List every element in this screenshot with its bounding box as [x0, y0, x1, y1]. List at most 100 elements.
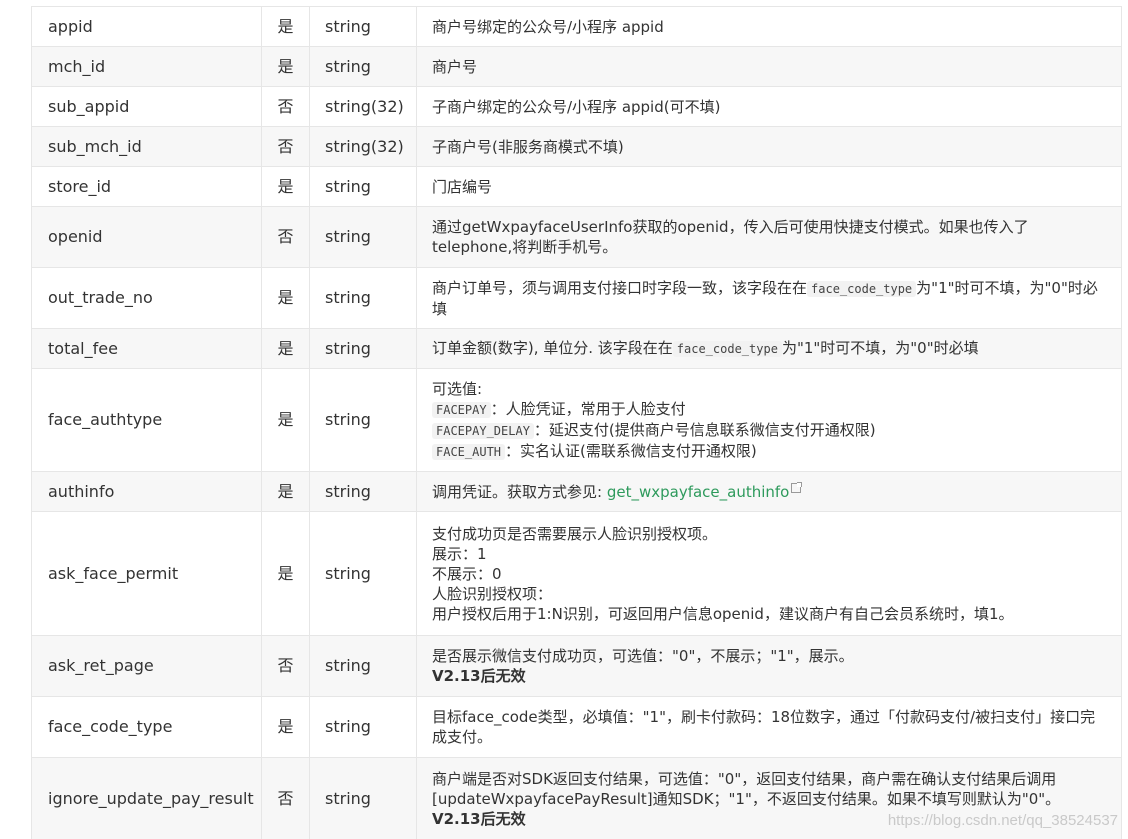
table-row: ask_face_permit 是 string 支付成功页是否需要展示人脸识别… — [31, 511, 1122, 636]
table-row: appid 是 string 商户号绑定的公众号/小程序 appid — [31, 6, 1122, 47]
external-link-icon[interactable] — [791, 482, 803, 493]
table-row: face_authtype 是 string 可选值: FACEPAY ：人脸凭证… — [31, 368, 1122, 472]
param-name: face_authtype — [31, 368, 262, 472]
table-row: sub_appid 否 string(32) 子商户绑定的公众号/小程序 app… — [31, 86, 1122, 127]
param-name: sub_appid — [31, 86, 262, 127]
param-type: string — [309, 368, 417, 472]
param-name: store_id — [31, 166, 262, 207]
desc-text: 商户订单号，须与调用支付接口时字段一致，该字段在在 — [432, 278, 808, 297]
table-row: sub_mch_id 否 string(32) 子商户号(非服务商模式不填) — [31, 126, 1122, 167]
param-name: out_trade_no — [31, 267, 262, 329]
param-desc: 支付成功页是否需要展示人脸识别授权项。 展示：1 不展示：0 人脸识别授权项： … — [416, 511, 1122, 636]
param-type: string — [309, 206, 417, 268]
desc-text: 子商户绑定的公众号/小程序 appid(可不填) — [432, 97, 721, 116]
param-required: 是 — [261, 471, 310, 512]
page: appid 是 string 商户号绑定的公众号/小程序 appid mch_i… — [0, 0, 1128, 839]
param-name: authinfo — [31, 471, 262, 512]
table-row: store_id 是 string 门店编号 — [31, 166, 1122, 207]
param-type: string — [309, 471, 417, 512]
param-required: 否 — [261, 126, 310, 167]
params-table: appid 是 string 商户号绑定的公众号/小程序 appid mch_i… — [31, 6, 1122, 839]
param-required: 否 — [261, 635, 310, 697]
table-row: authinfo 是 string 调用凭证。获取方式参见: get_wxpay… — [31, 471, 1122, 512]
table-row: face_code_type 是 string 目标face_code类型，必填… — [31, 696, 1122, 758]
param-name: sub_mch_id — [31, 126, 262, 167]
param-required: 是 — [261, 328, 310, 369]
param-name: ignore_update_pay_result — [31, 757, 262, 839]
param-type: string — [309, 757, 417, 839]
param-name: ask_face_permit — [31, 511, 262, 636]
param-type: string — [309, 46, 417, 87]
param-type: string(32) — [309, 126, 417, 167]
param-required: 是 — [261, 368, 310, 472]
desc-text: 商户端是否对SDK返回支付结果，可选值："0"，返回支付结果，商户需在确认支付结… — [432, 769, 1061, 808]
param-desc: 是否展示微信支付成功页，可选值："0"，不展示；"1"，展示。 V2.13后无效 — [416, 635, 1122, 697]
param-type: string — [309, 635, 417, 697]
param-type: string — [309, 267, 417, 329]
inline-code: face_code_type — [807, 280, 917, 297]
param-type: string — [309, 696, 417, 758]
param-desc: 通过getWxpayfaceUserInfo获取的openid，传入后可使用快捷… — [416, 206, 1122, 268]
desc-text: 通过getWxpayfaceUserInfo获取的openid，传入后可使用快捷… — [432, 218, 1029, 256]
authinfo-link[interactable]: get_wxpayface_authinfo — [607, 483, 790, 501]
desc-text: 订单金额(数字), 单位分. 该字段在在 — [432, 339, 673, 357]
param-required: 是 — [261, 267, 310, 329]
inline-code: FACEPAY — [432, 401, 491, 418]
param-type: string — [309, 328, 417, 369]
param-desc: 订单金额(数字), 单位分. 该字段在在 face_code_type 为"1"时可… — [416, 328, 1122, 369]
desc-line: 支付成功页是否需要展示人脸识别授权项。 — [432, 524, 718, 543]
param-name: face_code_type — [31, 696, 262, 758]
inline-code: FACE_AUTH — [432, 443, 506, 460]
desc-line: 是否展示微信支付成功页，可选值："0"，不展示；"1"，展示。 — [432, 647, 854, 665]
desc-line: 展示：1 — [432, 544, 487, 563]
option-item: FACEPAY_DELAY ：延迟支付(提供商户号信息联系微信支付开通权限) — [432, 420, 1107, 441]
watermark: https://blog.csdn.net/qq_38524537 — [887, 812, 1118, 829]
param-required: 否 — [261, 206, 310, 268]
param-name: appid — [31, 6, 262, 47]
param-desc: 目标face_code类型，必填值："1"，刷卡付款码：18位数字，通过「付款码… — [416, 696, 1122, 758]
table-row: ask_ret_page 否 string 是否展示微信支付成功页，可选值："0… — [31, 635, 1122, 697]
param-required: 否 — [261, 757, 310, 839]
desc-text: 目标face_code类型，必填值："1"，刷卡付款码：18位数字，通过「付款码… — [432, 708, 1096, 746]
param-name: openid — [31, 206, 262, 268]
option-text: ：延迟支付(提供商户号信息联系微信支付开通权限) — [533, 420, 876, 439]
option-item: FACEPAY ：人脸凭证，常用于人脸支付 — [432, 399, 1107, 420]
param-required: 是 — [261, 166, 310, 207]
inline-code: FACEPAY_DELAY — [432, 422, 534, 439]
param-type: string — [309, 511, 417, 636]
param-type: string(32) — [309, 86, 417, 127]
param-desc: 商户订单号，须与调用支付接口时字段一致，该字段在在 face_code_type 为… — [416, 267, 1122, 329]
desc-text: 门店编号 — [432, 177, 493, 196]
table-row: out_trade_no 是 string 商户订单号，须与调用支付接口时字段一… — [31, 267, 1122, 329]
param-required: 是 — [261, 696, 310, 758]
desc-text: 商户号绑定的公众号/小程序 appid — [432, 17, 664, 36]
option-item: FACE_AUTH ：实名认证(需联系微信支付开通权限) — [432, 441, 1107, 462]
desc-line: 不展示：0 — [432, 564, 502, 583]
param-desc: 调用凭证。获取方式参见: get_wxpayface_authinfo — [416, 471, 1122, 512]
param-name: ask_ret_page — [31, 635, 262, 697]
table-row: total_fee 是 string 订单金额(数字), 单位分. 该字段在在 f… — [31, 328, 1122, 369]
param-desc: 商户号 — [416, 46, 1122, 87]
table-row: mch_id 是 string 商户号 — [31, 46, 1122, 87]
desc-text: 调用凭证。获取方式参见: — [432, 482, 607, 501]
desc-text: 为"1"时可不填，为"0"时必填 — [781, 339, 979, 357]
param-desc: 子商户绑定的公众号/小程序 appid(可不填) — [416, 86, 1122, 127]
deprecated-note: V2.13后无效 — [432, 667, 526, 685]
option-text: ：人脸凭证，常用于人脸支付 — [490, 399, 686, 418]
inline-code: face_code_type — [672, 341, 782, 357]
param-desc: 可选值: FACEPAY ：人脸凭证，常用于人脸支付 FACEPAY_DELAY：… — [416, 368, 1122, 472]
table-row: openid 否 string 通过getWxpayfaceUserInfo获取… — [31, 206, 1122, 268]
desc-title: 可选值: — [432, 379, 483, 398]
param-required: 是 — [261, 511, 310, 636]
desc-text: 子商户号(非服务商模式不填) — [432, 137, 624, 156]
param-desc: 门店编号 — [416, 166, 1122, 207]
param-required: 是 — [261, 6, 310, 47]
option-text: ：实名认证(需联系微信支付开通权限) — [505, 441, 757, 460]
param-required: 是 — [261, 46, 310, 87]
desc-line: 用户授权后用于1:N识别，可返回用户信息openid，建议商户有自己会员系统时，… — [432, 604, 1014, 623]
param-name: total_fee — [31, 328, 262, 369]
param-desc: 商户号绑定的公众号/小程序 appid — [416, 6, 1122, 47]
param-desc: 子商户号(非服务商模式不填) — [416, 126, 1122, 167]
param-type: string — [309, 166, 417, 207]
param-type: string — [309, 6, 417, 47]
